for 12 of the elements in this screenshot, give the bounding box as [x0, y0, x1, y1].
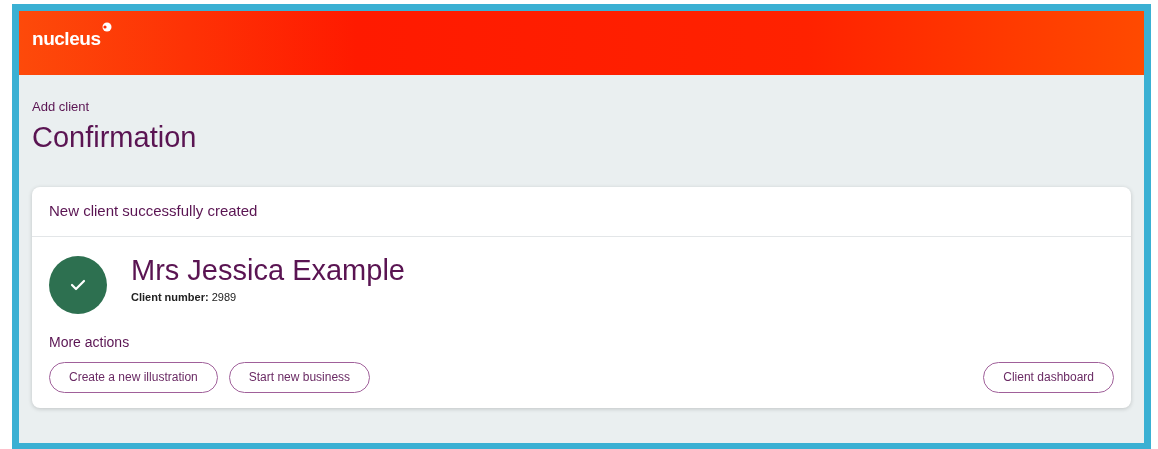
action-button[interactable]: Create a new illustration — [49, 361, 218, 393]
checkmark-icon — [70, 278, 86, 291]
client-number: Client number: 2989 — [131, 289, 238, 305]
client-name: Mrs Jessica Example — [131, 253, 405, 289]
section-label: More actions — [49, 333, 130, 350]
logo-dot-icon — [101, 22, 114, 32]
card-heading: New client successfully created — [49, 201, 258, 221]
dashboard-button[interactable]: Client dashboard — [983, 361, 1114, 393]
breadcrumb: Add client — [32, 98, 91, 116]
action-button[interactable]: Start new business — [228, 361, 371, 393]
page-title: Confirmation — [32, 119, 198, 155]
logo[interactable]: nucleus — [32, 29, 101, 48]
